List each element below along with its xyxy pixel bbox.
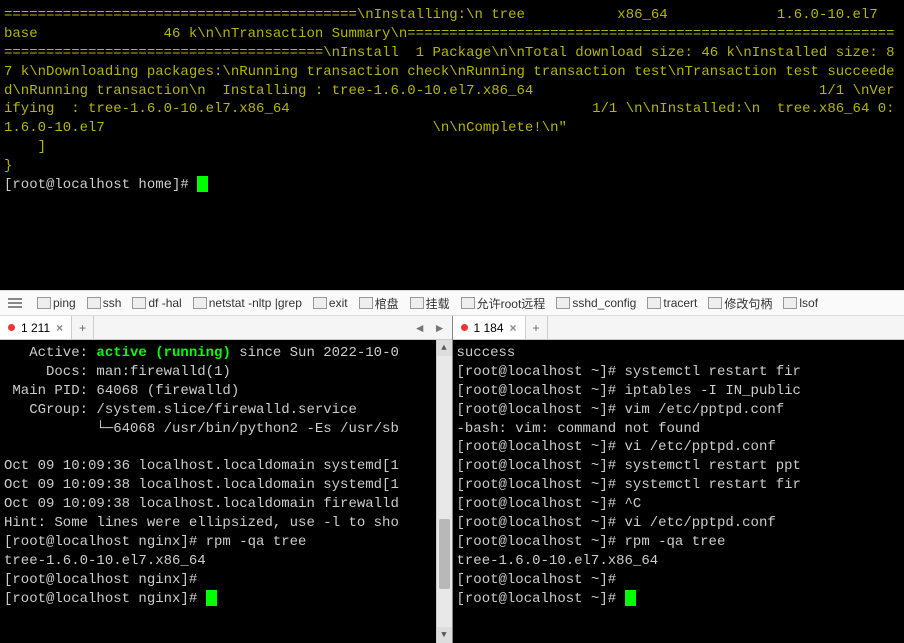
cursor-icon — [625, 590, 636, 606]
yum-output: ========================================… — [4, 7, 904, 174]
tab-label: 1 184 — [474, 321, 504, 335]
left-tab[interactable]: 1 211 × — [0, 316, 72, 339]
left-scrollbar[interactable]: ▲ ▼ — [436, 340, 452, 643]
tool-icon — [708, 297, 722, 309]
tb-sshd[interactable]: sshd_config — [552, 294, 640, 312]
tb-label: tracert — [663, 296, 697, 310]
chevron-left-icon[interactable]: ◄ — [414, 321, 426, 335]
close-icon[interactable]: × — [56, 321, 63, 335]
top-prompt-text: [root@localhost home]# — [4, 177, 197, 193]
tb-netstat[interactable]: netstat -nltp |grep — [189, 294, 306, 312]
tb-tracert[interactable]: tracert — [643, 294, 701, 312]
tb-lsof[interactable]: lsof — [779, 294, 822, 312]
tool-icon — [461, 297, 475, 309]
scroll-track[interactable] — [437, 356, 452, 627]
menu-icon[interactable] — [4, 294, 26, 312]
active-since: since Sun 2022-10-0 — [231, 345, 399, 361]
tb-label: lsof — [799, 296, 818, 310]
tb-handle[interactable]: 修改句柄 — [704, 293, 776, 314]
split-panes: 1 211 × + ◄ ► Active: active (running) s… — [0, 316, 904, 643]
right-output: success [root@localhost ~]# systemctl re… — [457, 345, 801, 607]
tb-label: ping — [53, 296, 76, 310]
tab-nav: ◄ ► — [408, 316, 452, 339]
tb-disk[interactable]: 棺盘 — [355, 293, 403, 314]
add-tab-button[interactable]: + — [72, 316, 94, 339]
active-status: active (running) — [96, 345, 230, 361]
tool-icon — [783, 297, 797, 309]
tb-label: 修改句柄 — [724, 295, 772, 312]
tool-icon — [556, 297, 570, 309]
right-pane: 1 184 × + success [root@localhost ~]# sy… — [453, 316, 904, 643]
tool-icon — [313, 297, 327, 309]
scroll-down-icon[interactable]: ▼ — [437, 627, 452, 643]
tb-label: netstat -nltp |grep — [209, 296, 302, 310]
top-terminal[interactable]: ========================================… — [0, 0, 904, 290]
left-pane: 1 211 × + ◄ ► Active: active (running) s… — [0, 316, 453, 643]
top-prompt: [root@localhost home]# — [4, 177, 208, 193]
tool-icon — [193, 297, 207, 309]
tb-label: df -hal — [148, 296, 181, 310]
command-toolbar: ping ssh df -hal netstat -nltp |grep exi… — [0, 290, 904, 316]
right-terminal[interactable]: success [root@localhost ~]# systemctl re… — [453, 340, 904, 643]
left-tabbar: 1 211 × + ◄ ► — [0, 316, 452, 340]
tb-label: exit — [329, 296, 348, 310]
tool-icon — [647, 297, 661, 309]
tb-label: 挂载 — [426, 295, 450, 312]
add-tab-button[interactable]: + — [526, 316, 548, 339]
chevron-right-icon[interactable]: ► — [434, 321, 446, 335]
tb-mount[interactable]: 挂载 — [406, 293, 454, 314]
tb-ping[interactable]: ping — [33, 294, 80, 312]
status-dot-icon — [8, 324, 15, 331]
left-terminal[interactable]: Active: active (running) since Sun 2022-… — [0, 340, 452, 643]
tb-label: sshd_config — [572, 296, 636, 310]
close-icon[interactable]: × — [510, 321, 517, 335]
tb-label: 允许root远程 — [477, 295, 546, 312]
tb-label: 棺盘 — [375, 295, 399, 312]
tb-exit[interactable]: exit — [309, 294, 352, 312]
right-tab[interactable]: 1 184 × — [453, 316, 526, 339]
right-tabbar: 1 184 × + — [453, 316, 904, 340]
tool-icon — [359, 297, 373, 309]
left-output: Docs: man:firewalld(1) Main PID: 64068 (… — [4, 364, 399, 607]
tb-ssh[interactable]: ssh — [83, 294, 126, 312]
tab-label: 1 211 — [21, 321, 50, 335]
tb-root-remote[interactable]: 允许root远程 — [457, 293, 550, 314]
tool-icon — [132, 297, 146, 309]
scroll-thumb[interactable] — [439, 519, 450, 589]
cursor-icon — [206, 590, 217, 606]
scroll-up-icon[interactable]: ▲ — [437, 340, 452, 356]
tool-icon — [410, 297, 424, 309]
tb-label: ssh — [103, 296, 122, 310]
tb-df[interactable]: df -hal — [128, 294, 185, 312]
active-label: Active: — [4, 345, 96, 361]
tool-icon — [87, 297, 101, 309]
cursor-icon — [197, 176, 208, 192]
tool-icon — [37, 297, 51, 309]
status-dot-icon — [461, 324, 468, 331]
